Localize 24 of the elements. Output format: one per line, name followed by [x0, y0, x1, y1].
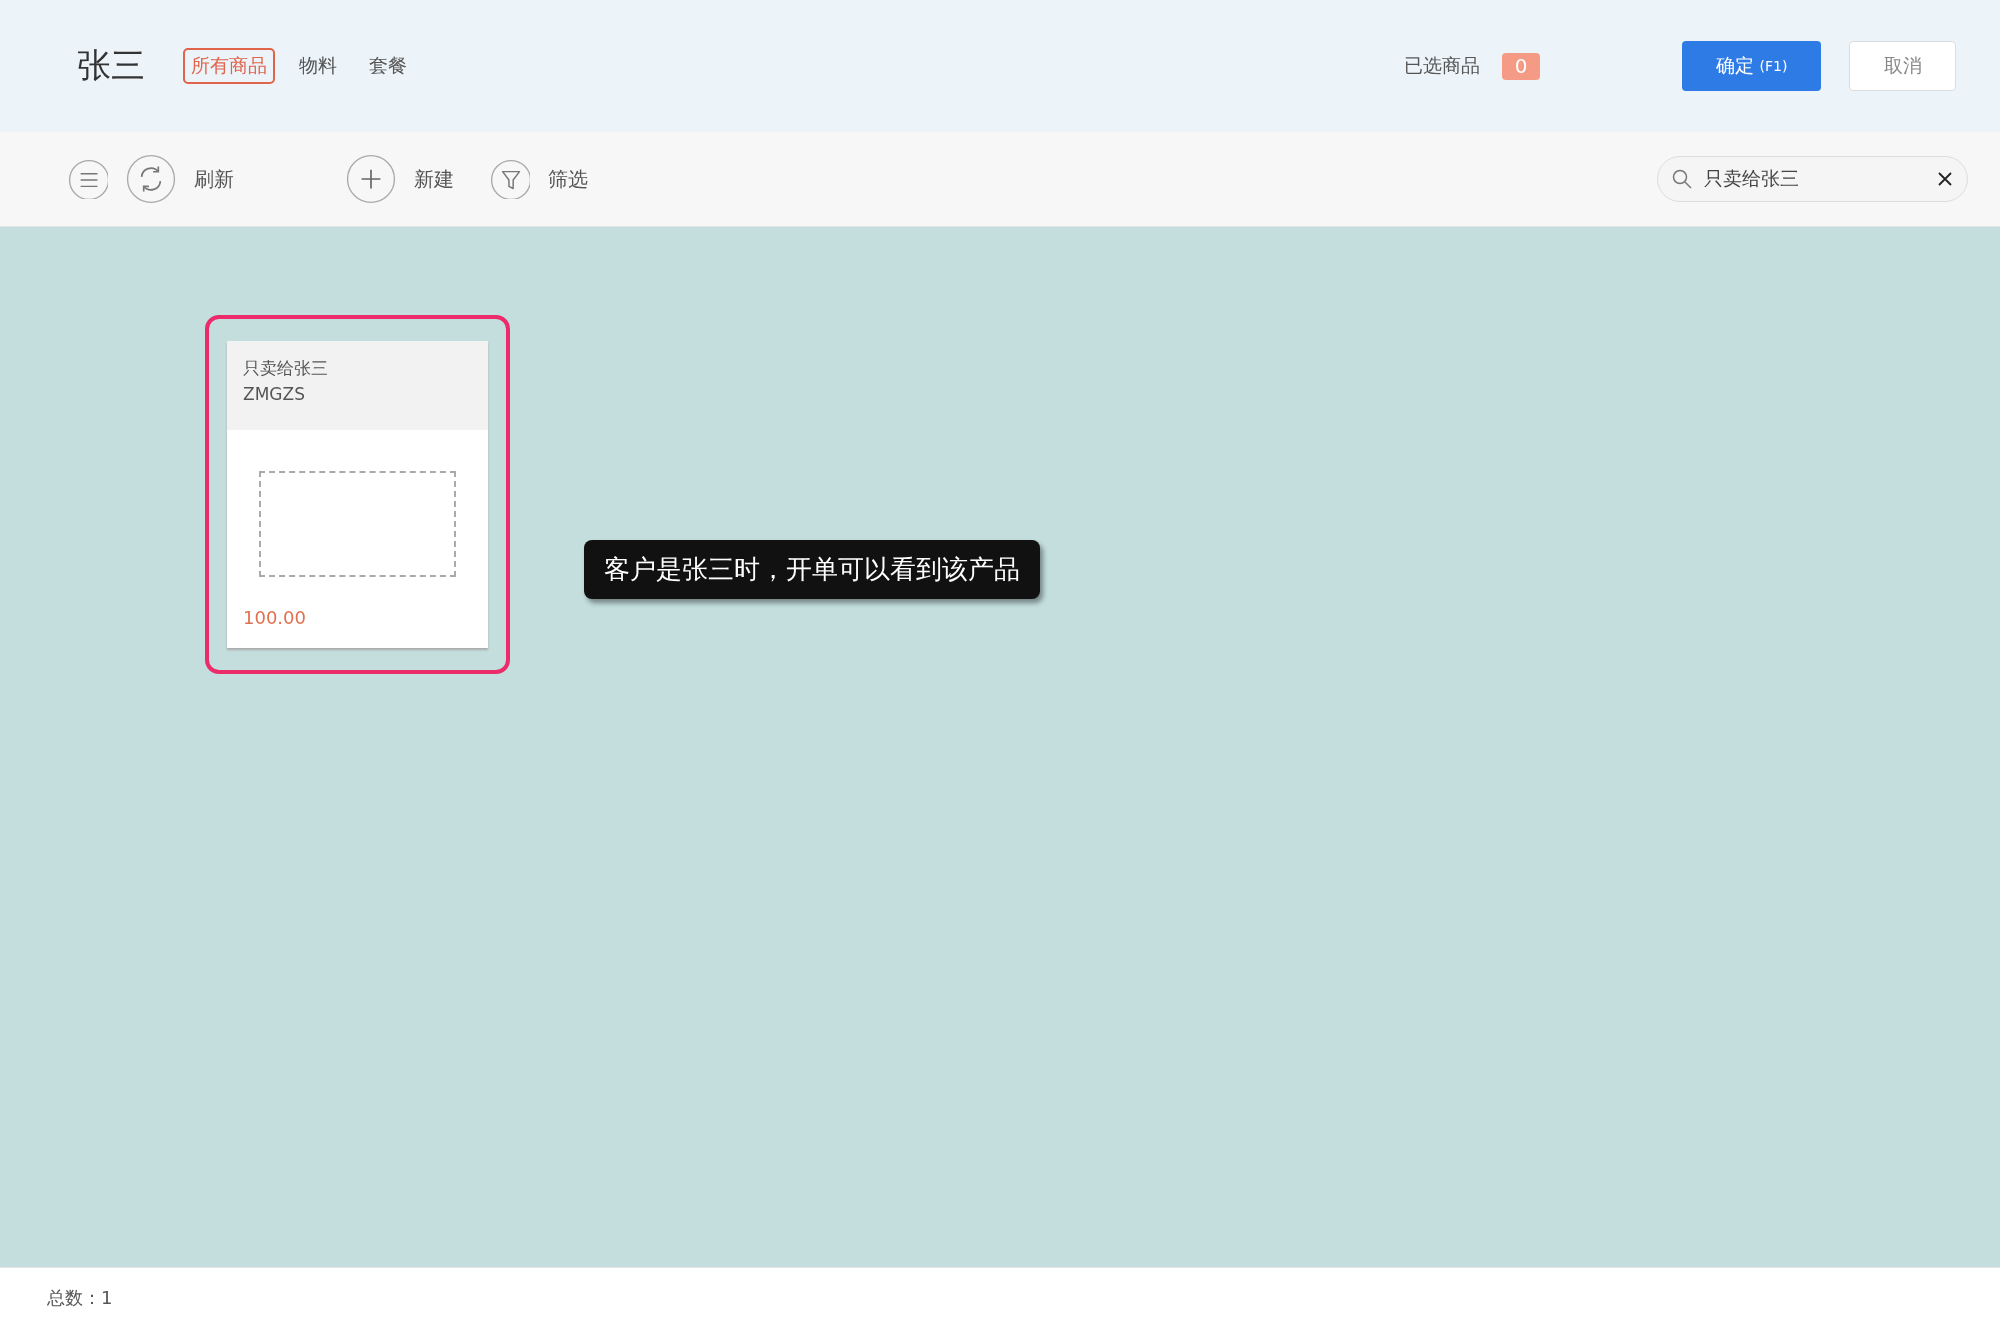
menu-icon[interactable] [68, 159, 108, 199]
customer-name: 张三 [77, 44, 145, 87]
confirm-button[interactable]: 确定 (F1) [1682, 41, 1821, 91]
search-icon [1672, 169, 1692, 189]
product-code: ZMGZS [243, 384, 306, 404]
plus-icon[interactable] [346, 154, 396, 204]
new-label[interactable]: 新建 [414, 165, 454, 193]
product-name: 只卖给张三 [243, 357, 329, 380]
product-card[interactable]: 只卖给张三 ZMGZS 100.00 [227, 341, 488, 648]
product-price: 100.00 [242, 606, 307, 630]
filter-icon[interactable] [490, 159, 530, 199]
refresh-label[interactable]: 刷新 [194, 165, 234, 193]
category-tab[interactable]: 物料 [291, 48, 345, 84]
category-tab[interactable]: 套餐 [361, 48, 415, 84]
refresh-icon[interactable] [126, 154, 176, 204]
total-count: 总数：1 [47, 1286, 113, 1310]
cancel-button[interactable]: 取消 [1849, 41, 1956, 91]
search-input[interactable]: 只卖给张三 [1702, 167, 1927, 191]
annotation-tooltip: 客户是张三时，开单可以看到该产品 [584, 540, 1040, 599]
selected-count-badge: 0 [1502, 52, 1540, 80]
clear-icon[interactable] [1937, 171, 1953, 187]
search-field[interactable]: 只卖给张三 [1657, 156, 1968, 202]
filter-label[interactable]: 筛选 [548, 165, 588, 193]
selected-products-label: 已选商品 [1404, 53, 1480, 78]
